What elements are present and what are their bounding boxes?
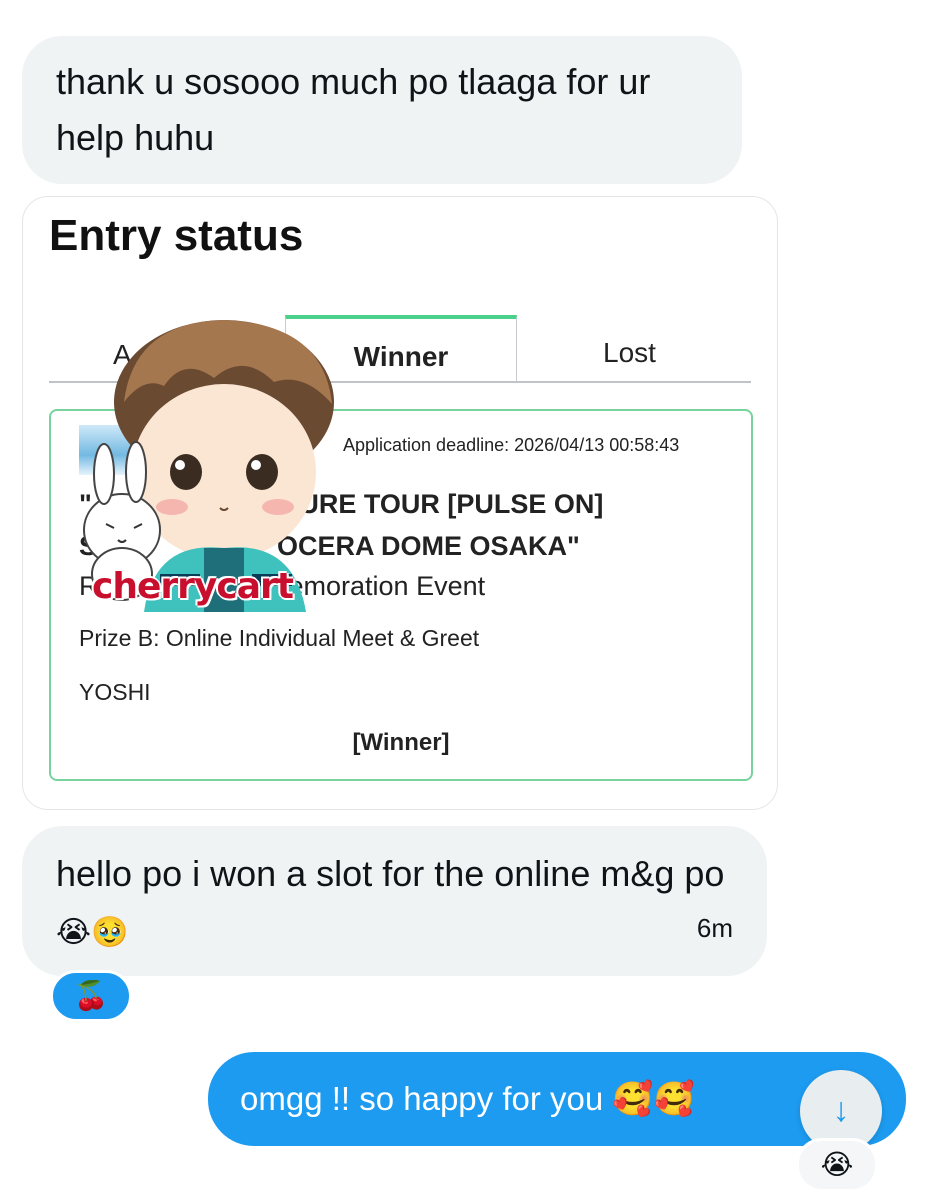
incoming-message[interactable]: thank u sosooo much po tlaaga for ur hel… [22, 36, 742, 184]
member-name: YOSHI [79, 679, 151, 705]
card-title: Entry status [49, 211, 304, 260]
message-timestamp: 6m [696, 913, 733, 943]
incoming-message[interactable]: hello po i won a slot for the online m&g… [22, 826, 767, 976]
arrow-down-icon: ↓ [832, 1091, 850, 1129]
entry-result: [Winner] [352, 729, 450, 756]
tab-lost: Lost [603, 337, 656, 368]
message-text: omgg !! so happy for you 🥰🥰 [240, 1080, 695, 1117]
application-deadline: Application deadline: 2026/04/13 00:58:4… [343, 435, 680, 455]
watermark-text: cherrycart [92, 566, 294, 607]
prize-label: Prize B: Online Individual Meet & Greet [79, 625, 480, 651]
message-text: thank u sosooo much po tlaaga for ur hel… [56, 61, 651, 158]
message-emojis: 😭🥹 [56, 916, 129, 949]
reaction-cherry-badge[interactable]: 🍒 [50, 970, 132, 1022]
reaction-crying-badge[interactable]: 😭 [796, 1138, 878, 1192]
message-text: hello po i won a slot for the online m&g… [56, 853, 725, 894]
